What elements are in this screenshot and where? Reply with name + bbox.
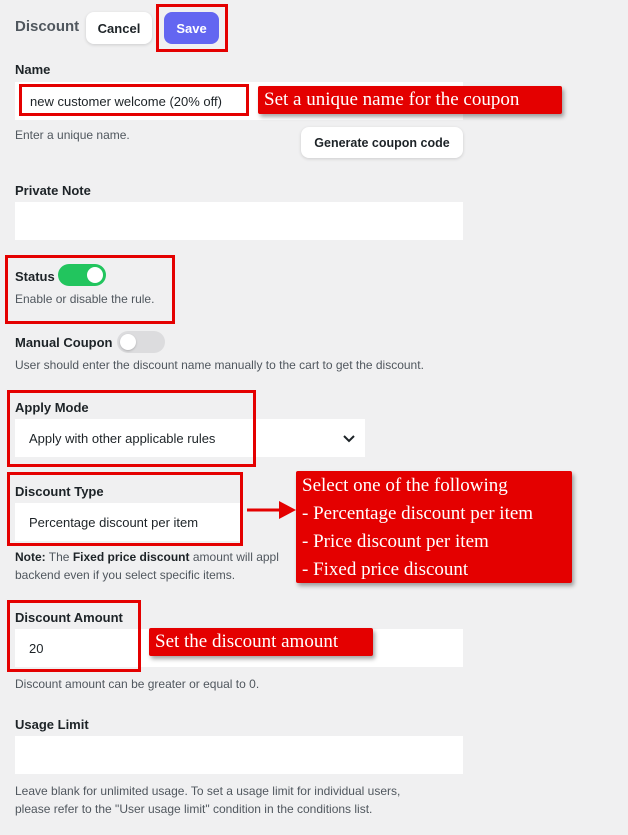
discount-type-highlight-box [7, 472, 243, 546]
usage-limit-label: Usage Limit [15, 717, 89, 732]
callout-line: Select one of the following [302, 475, 508, 496]
manual-coupon-toggle[interactable] [117, 331, 165, 353]
amount-callout: Set the discount amount [149, 628, 373, 656]
name-highlight-box [19, 84, 249, 116]
manual-coupon-label: Manual Coupon [15, 335, 113, 350]
apply-mode-highlight-box [7, 390, 256, 467]
page-title: Discount [15, 18, 80, 35]
usage-limit-hint-line-2: please refer to the "User usage limit" c… [15, 802, 373, 816]
status-highlight-box [5, 255, 175, 324]
name-callout: Set a unique name for the coupon [258, 86, 562, 114]
name-label: Name [15, 62, 51, 77]
generate-coupon-code-button[interactable]: Generate coupon code [301, 127, 463, 158]
discount-type-note: Note: The Fixed price discount amount wi… [15, 548, 295, 584]
note-line-2: backend even if you select specific item… [15, 568, 236, 582]
discount-amount-highlight-box [7, 600, 141, 672]
callout-line: - Price discount per item [302, 531, 489, 552]
usage-limit-hint-line-1: Leave blank for unlimited usage. To set … [15, 784, 401, 798]
private-note-input[interactable] [15, 202, 463, 240]
save-highlight-box [156, 4, 228, 52]
toggle-knob [120, 334, 136, 350]
note-prefix: Note: [15, 550, 46, 564]
callout-line: - Percentage discount per item [302, 503, 534, 524]
note-text-2: amount will appl [189, 550, 279, 564]
name-hint: Enter a unique name. [15, 128, 130, 142]
note-text-1: The [45, 550, 73, 564]
usage-limit-input[interactable] [15, 736, 463, 774]
usage-limit-hint: Leave blank for unlimited usage. To set … [15, 782, 400, 818]
discount-type-callout: Select one of the following - Percentage… [296, 471, 572, 583]
callout-line: - Fixed price discount [302, 559, 469, 580]
arrow-right-icon [247, 501, 296, 519]
chevron-down-icon [343, 435, 355, 443]
cancel-button[interactable]: Cancel [86, 12, 152, 44]
private-note-label: Private Note [15, 183, 91, 198]
manual-coupon-hint: User should enter the discount name manu… [15, 358, 424, 372]
discount-amount-hint: Discount amount can be greater or equal … [15, 677, 260, 691]
note-bold-text: Fixed price discount [72, 550, 190, 564]
